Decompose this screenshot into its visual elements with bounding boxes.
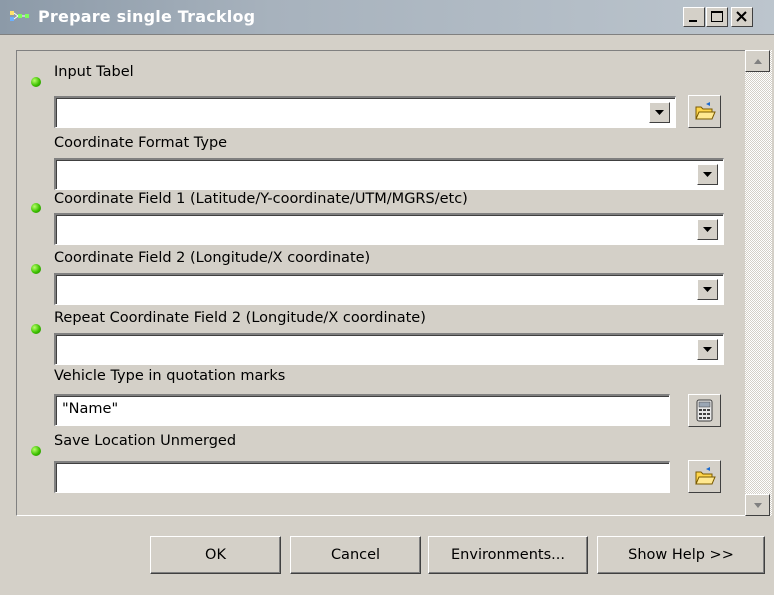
vertical-scrollbar[interactable]: [745, 50, 772, 516]
minimize-button[interactable]: [683, 7, 705, 27]
coordinate-field-2-combobox[interactable]: [54, 273, 724, 305]
scroll-up-button[interactable]: [745, 50, 770, 72]
vehicle-type-label: Vehicle Type in quotation marks: [54, 368, 286, 384]
input-table-combobox[interactable]: [54, 96, 676, 128]
ok-button[interactable]: OK: [150, 536, 281, 574]
coordinate-format-type-label: Coordinate Format Type: [54, 135, 228, 151]
window-title: Prepare single Tracklog: [38, 7, 256, 26]
repeat-coordinate-field-2-combobox[interactable]: [54, 333, 724, 365]
input-table-label: Input Tabel: [54, 64, 134, 80]
environments-button[interactable]: Environments...: [428, 536, 588, 574]
title-bar[interactable]: Prepare single Tracklog: [0, 0, 774, 35]
required-indicator-icon: [31, 203, 41, 213]
vehicle-type-input[interactable]: "Name": [54, 394, 670, 426]
show-help-button[interactable]: Show Help >>: [597, 536, 765, 574]
save-location-browse-button[interactable]: [688, 460, 721, 493]
repeat-coordinate-field-2-dropdown-button[interactable]: [697, 339, 718, 360]
required-indicator-icon: [31, 446, 41, 456]
maximize-button[interactable]: [706, 7, 728, 27]
required-indicator-icon: [31, 264, 41, 274]
coordinate-field-1-combobox[interactable]: [54, 213, 724, 245]
scroll-down-button[interactable]: [745, 494, 770, 516]
input-table-browse-button[interactable]: [688, 95, 721, 128]
model-tool-icon: [10, 10, 30, 26]
repeat-coordinate-field-2-label: Repeat Coordinate Field 2 (Longitude/X c…: [54, 310, 426, 326]
required-indicator-icon: [31, 77, 41, 87]
close-button[interactable]: [731, 7, 753, 27]
input-table-dropdown-button[interactable]: [649, 102, 670, 123]
cancel-button[interactable]: Cancel: [290, 536, 421, 574]
calculator-button[interactable]: [688, 394, 721, 427]
coordinate-field-1-dropdown-button[interactable]: [697, 219, 718, 240]
required-indicator-icon: [31, 324, 41, 334]
coordinate-field-1-label: Coordinate Field 1 (Latitude/Y-coordinat…: [54, 191, 468, 207]
coordinate-format-type-dropdown-button[interactable]: [697, 164, 718, 185]
coordinate-field-2-dropdown-button[interactable]: [697, 279, 718, 300]
coordinate-field-2-label: Coordinate Field 2 (Longitude/X coordina…: [54, 250, 371, 266]
coordinate-format-type-combobox[interactable]: [54, 158, 724, 190]
save-location-label: Save Location Unmerged: [54, 433, 237, 449]
save-location-input[interactable]: [54, 461, 670, 493]
